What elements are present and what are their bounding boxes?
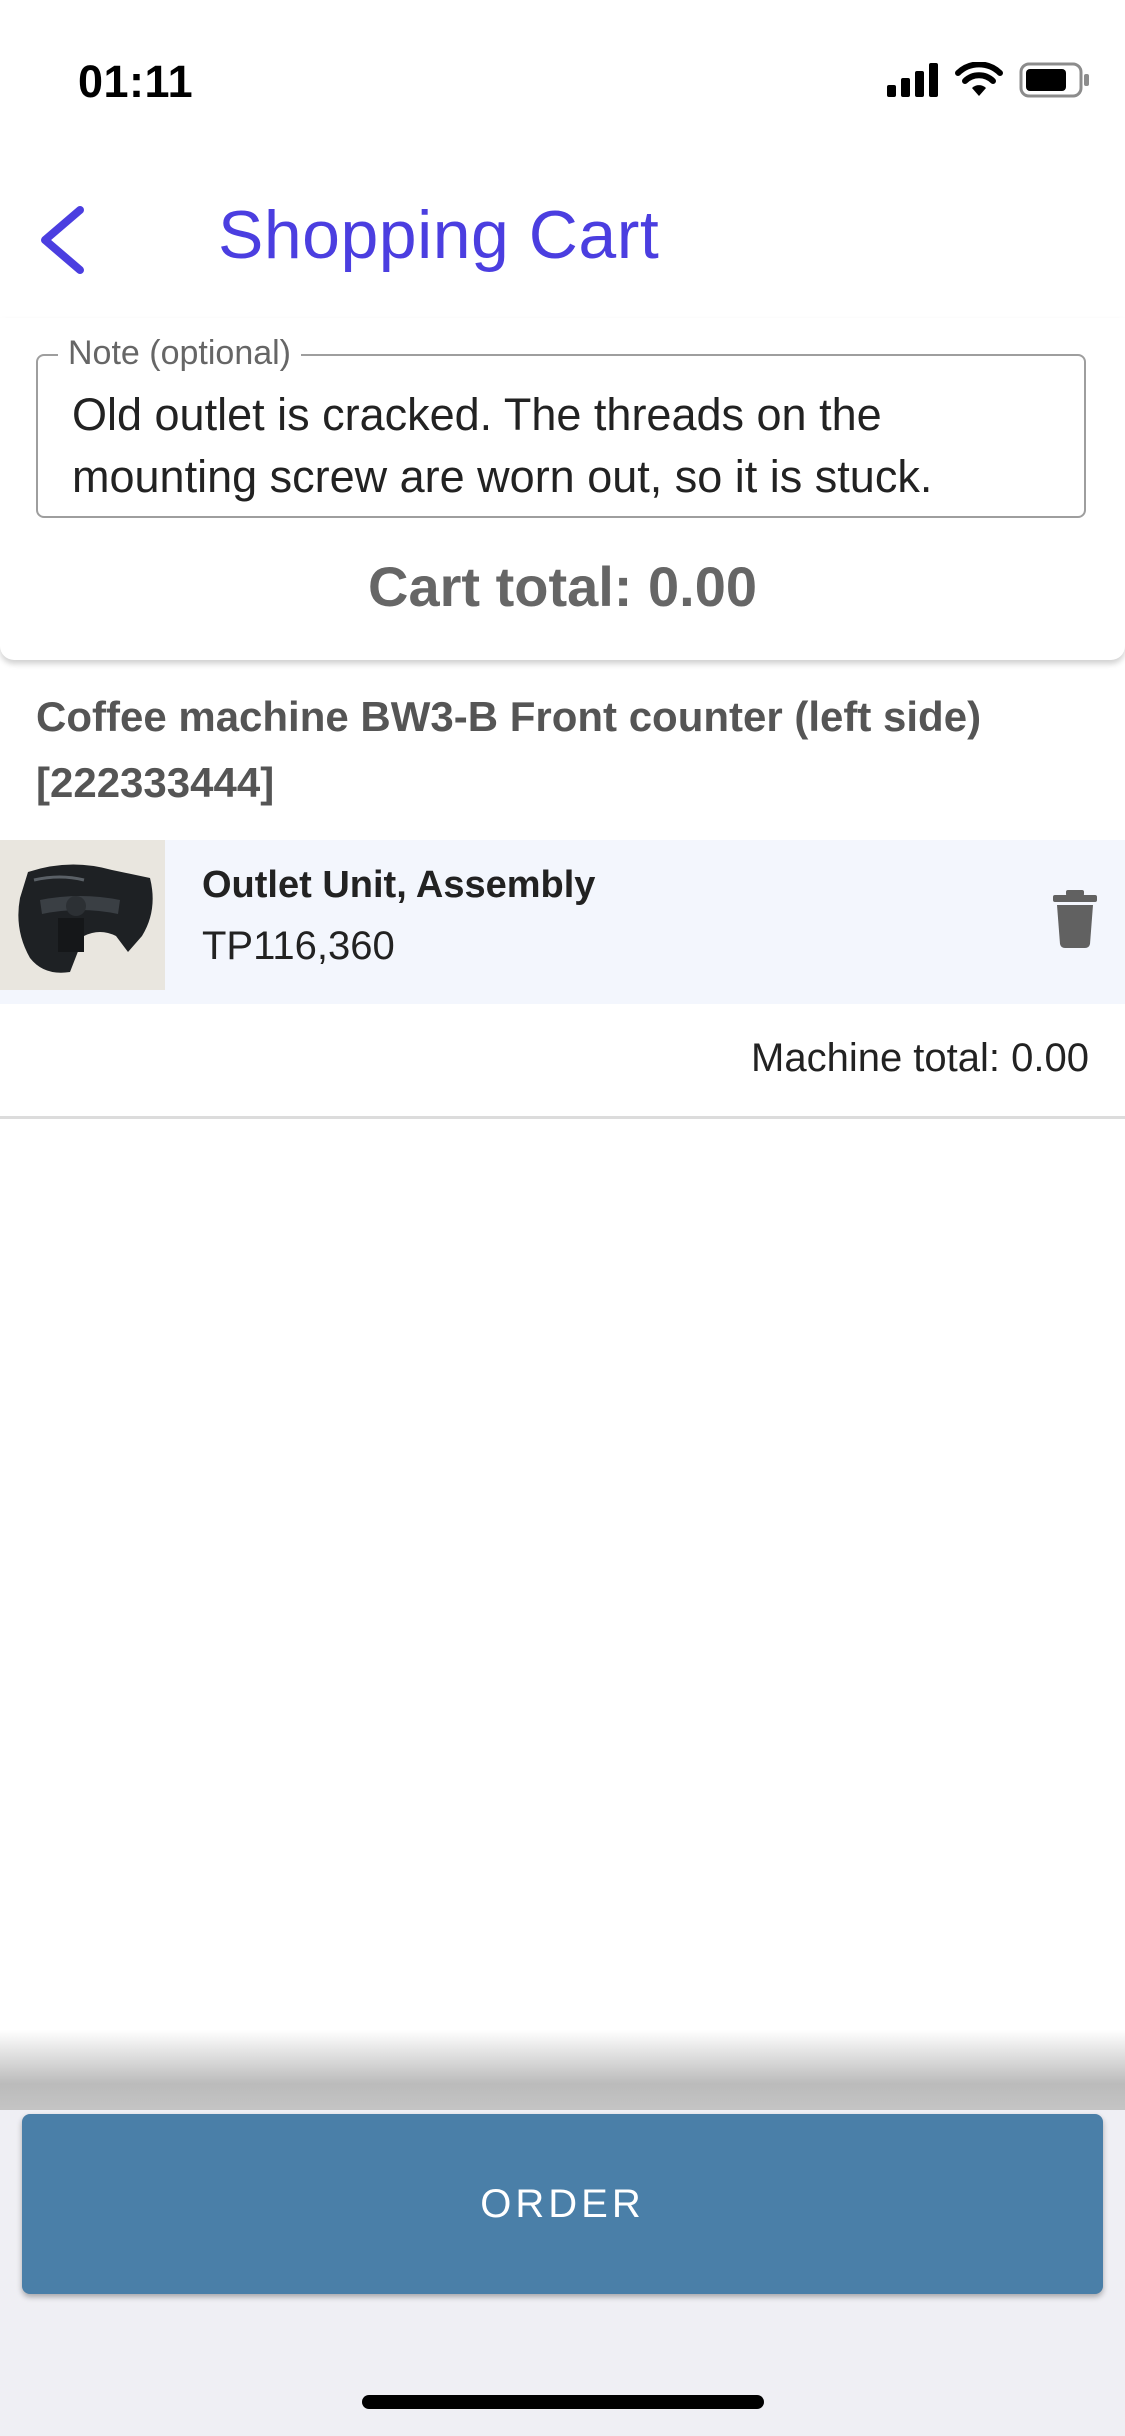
status-time: 01:11: [78, 56, 194, 107]
battery-icon: [1019, 62, 1089, 98]
wifi-icon: [955, 62, 1003, 96]
signal-icon: [887, 63, 938, 97]
cart-item: Outlet Unit, Assembly TP116,360: [0, 840, 1125, 1004]
home-indicator: [362, 2395, 764, 2409]
trash-icon[interactable]: [1051, 890, 1099, 948]
note-label: Note (optional): [58, 334, 302, 373]
status-icons: [887, 62, 1091, 98]
chevron-left-icon: [41, 206, 84, 274]
item-image: [0, 840, 165, 990]
bottom-shadow: [0, 2030, 1125, 2120]
note-input[interactable]: Old outlet is cracked. The threads on th…: [72, 384, 1062, 508]
machine-total: Machine total: 0.00: [751, 1036, 1089, 1080]
note-field[interactable]: Note (optional) Old outlet is cracked. T…: [36, 334, 1086, 518]
app-header: Shopping Cart: [0, 160, 1125, 310]
machine-title: Coffee machine BW3-B Front counter (left…: [36, 693, 982, 806]
cart-total: Cart total: 0.00: [368, 555, 757, 618]
item-code: TP116,360: [202, 924, 395, 968]
part-image: [0, 840, 165, 990]
item-name: Outlet Unit, Assembly: [202, 864, 596, 906]
back-button[interactable]: [30, 200, 100, 280]
page-title: Shopping Cart: [218, 197, 660, 273]
order-button[interactable]: ORDER: [22, 2114, 1103, 2294]
cart-summary-card: Note (optional) Old outlet is cracked. T…: [0, 318, 1125, 660]
divider: [0, 1116, 1125, 1119]
status-bar: 01:11: [0, 0, 1125, 150]
